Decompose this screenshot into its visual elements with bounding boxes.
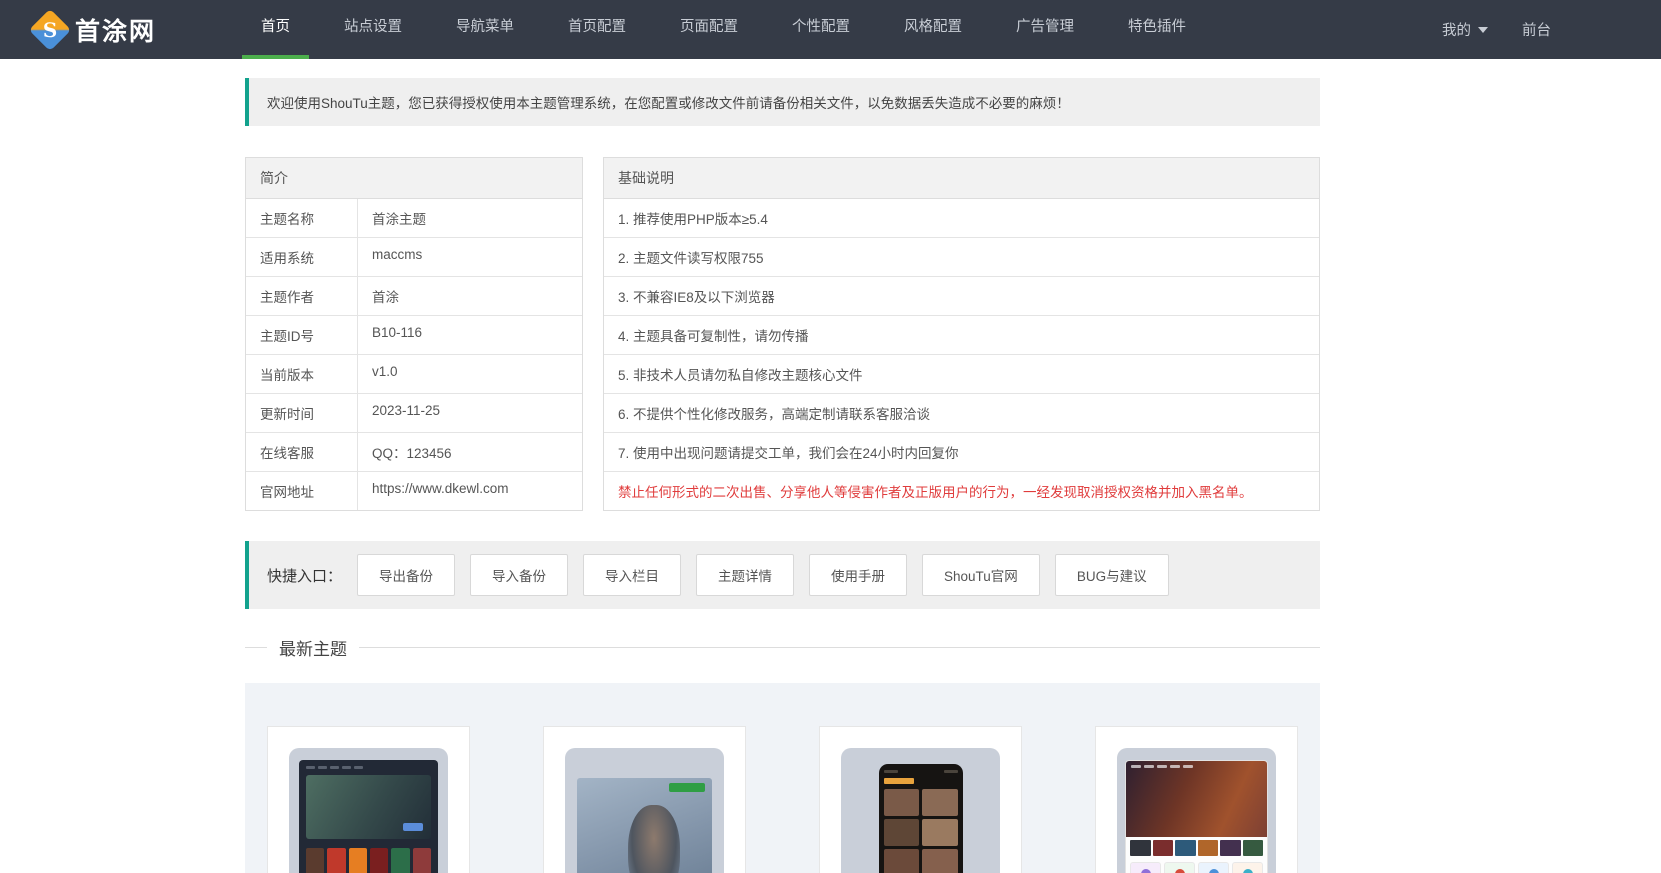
row-label: 主题ID号	[246, 316, 358, 354]
export-backup-button[interactable]: 导出备份	[357, 554, 456, 596]
theme-preview-image	[565, 748, 724, 873]
table-row: 在线客服 QQ：123456	[246, 433, 582, 472]
quick-entry-bar: 快捷入口： 导出备份 导入备份 导入栏目 主题详情 使用手册 ShouTu官网 …	[245, 541, 1320, 609]
nav-item-personal-config[interactable]: 个性配置	[773, 0, 869, 59]
theme-preview-image	[289, 748, 448, 873]
nav-item-ad-manage[interactable]: 广告管理	[997, 0, 1093, 59]
intro-table: 简介 主题名称 首涂主题 适用系统 maccms 主题作者 首涂 主题ID号 B…	[245, 157, 583, 511]
row-value: v1.0	[372, 364, 398, 379]
table-row: 当前版本 v1.0	[246, 355, 582, 394]
note-row: 2. 主题文件读写权限755	[604, 238, 1319, 277]
row-value: B10-116	[372, 325, 423, 340]
row-label: 更新时间	[246, 394, 358, 432]
latest-themes-section	[245, 683, 1320, 873]
nav-item-nav-menu[interactable]: 导航菜单	[437, 0, 533, 59]
main-content: 欢迎使用ShouTu主题，您已获得授权使用本主题管理系统，在您配置或修改文件前请…	[245, 78, 1320, 873]
table-row: 官网地址 https://www.dkewl.com	[246, 472, 582, 510]
import-columns-button[interactable]: 导入栏目	[583, 554, 682, 596]
logo[interactable]: S 首涂网	[28, 0, 157, 59]
row-label: 适用系统	[246, 238, 358, 276]
row-value: 2023-11-25	[372, 403, 441, 418]
theme-card[interactable]	[543, 726, 746, 873]
table-row: 适用系统 maccms	[246, 238, 582, 277]
logo-text: 首涂网	[75, 16, 157, 46]
note-row: 1. 推荐使用PHP版本≥5.4	[604, 199, 1319, 238]
top-navbar: S 首涂网 首页 站点设置 导航菜单 首页配置 页面配置 个性配置 风格配置 广…	[0, 0, 1661, 59]
theme-card[interactable]	[819, 726, 1022, 873]
theme-preview-image	[1117, 748, 1276, 873]
row-value: 首涂	[372, 290, 399, 305]
theme-card[interactable]	[1095, 726, 1298, 873]
my-menu-label: 我的	[1442, 23, 1471, 39]
row-label: 当前版本	[246, 355, 358, 393]
shoutu-official-button[interactable]: ShouTu官网	[922, 554, 1040, 596]
row-label: 官网地址	[246, 472, 358, 510]
info-tables-row: 简介 主题名称 首涂主题 适用系统 maccms 主题作者 首涂 主题ID号 B…	[245, 157, 1320, 511]
row-label: 在线客服	[246, 433, 358, 471]
import-backup-button[interactable]: 导入备份	[470, 554, 569, 596]
intro-table-header: 简介	[246, 158, 582, 199]
notes-table-header: 基础说明	[604, 158, 1319, 199]
official-site-url: https://www.dkewl.com	[372, 481, 509, 496]
user-manual-button[interactable]: 使用手册	[809, 554, 908, 596]
chevron-down-icon	[1478, 26, 1488, 33]
latest-themes-heading: 最新主题	[245, 635, 1320, 660]
welcome-alert-text: 欢迎使用ShouTu主题，您已获得授权使用本主题管理系统，在您配置或修改文件前请…	[267, 96, 1070, 111]
row-label: 主题作者	[246, 277, 358, 315]
theme-card[interactable]	[267, 726, 470, 873]
latest-themes-title: 最新主题	[279, 640, 347, 659]
nav-item-home-config[interactable]: 首页配置	[549, 0, 645, 59]
warning-note: 禁止任何形式的二次出售、分享他人等侵害作者及正版用户的行为，一经发现取消授权资格…	[618, 485, 1253, 500]
table-row: 更新时间 2023-11-25	[246, 394, 582, 433]
row-value: 首涂主题	[372, 212, 426, 227]
nav-item-style-config[interactable]: 风格配置	[885, 0, 981, 59]
nav-item-home[interactable]: 首页	[242, 0, 310, 59]
navbar-right: 我的 前台	[1442, 0, 1551, 59]
table-row: 主题名称 首涂主题	[246, 199, 582, 238]
heading-divider	[245, 647, 267, 648]
theme-preview-image	[841, 748, 1000, 873]
note-row: 5. 非技术人员请勿私自修改主题核心文件	[604, 355, 1319, 394]
front-site-link[interactable]: 前台	[1522, 19, 1551, 40]
my-menu[interactable]: 我的	[1442, 19, 1488, 40]
theme-details-button[interactable]: 主题详情	[696, 554, 795, 596]
note-row: 4. 主题具备可复制性，请勿传播	[604, 316, 1319, 355]
note-row: 7. 使用中出现问题请提交工单，我们会在24小时内回复你	[604, 433, 1319, 472]
row-value: maccms	[372, 247, 423, 262]
nav-item-site-settings[interactable]: 站点设置	[325, 0, 421, 59]
note-row: 3. 不兼容IE8及以下浏览器	[604, 277, 1319, 316]
player-badge	[669, 783, 705, 792]
row-label: 主题名称	[246, 199, 358, 237]
note-row: 6. 不提供个性化修改服务，高端定制请联系客服洽谈	[604, 394, 1319, 433]
table-row: 主题作者 首涂	[246, 277, 582, 316]
row-value: QQ：123456	[372, 446, 452, 461]
nav-item-plugins[interactable]: 特色插件	[1109, 0, 1205, 59]
front-site-label: 前台	[1522, 23, 1551, 39]
bug-suggest-button[interactable]: BUG与建议	[1054, 554, 1169, 596]
quick-entry-label: 快捷入口：	[267, 567, 343, 585]
logo-icon: S	[28, 8, 72, 51]
table-row: 主题ID号 B10-116	[246, 316, 582, 355]
main-nav: 首页 站点设置 导航菜单 首页配置 页面配置 个性配置 风格配置 广告管理 特色…	[234, 0, 1213, 59]
welcome-alert: 欢迎使用ShouTu主题，您已获得授权使用本主题管理系统，在您配置或修改文件前请…	[245, 78, 1320, 126]
heading-divider	[359, 647, 1320, 648]
notes-table: 基础说明 1. 推荐使用PHP版本≥5.4 2. 主题文件读写权限755 3. …	[603, 157, 1320, 511]
nav-item-page-config[interactable]: 页面配置	[661, 0, 757, 59]
